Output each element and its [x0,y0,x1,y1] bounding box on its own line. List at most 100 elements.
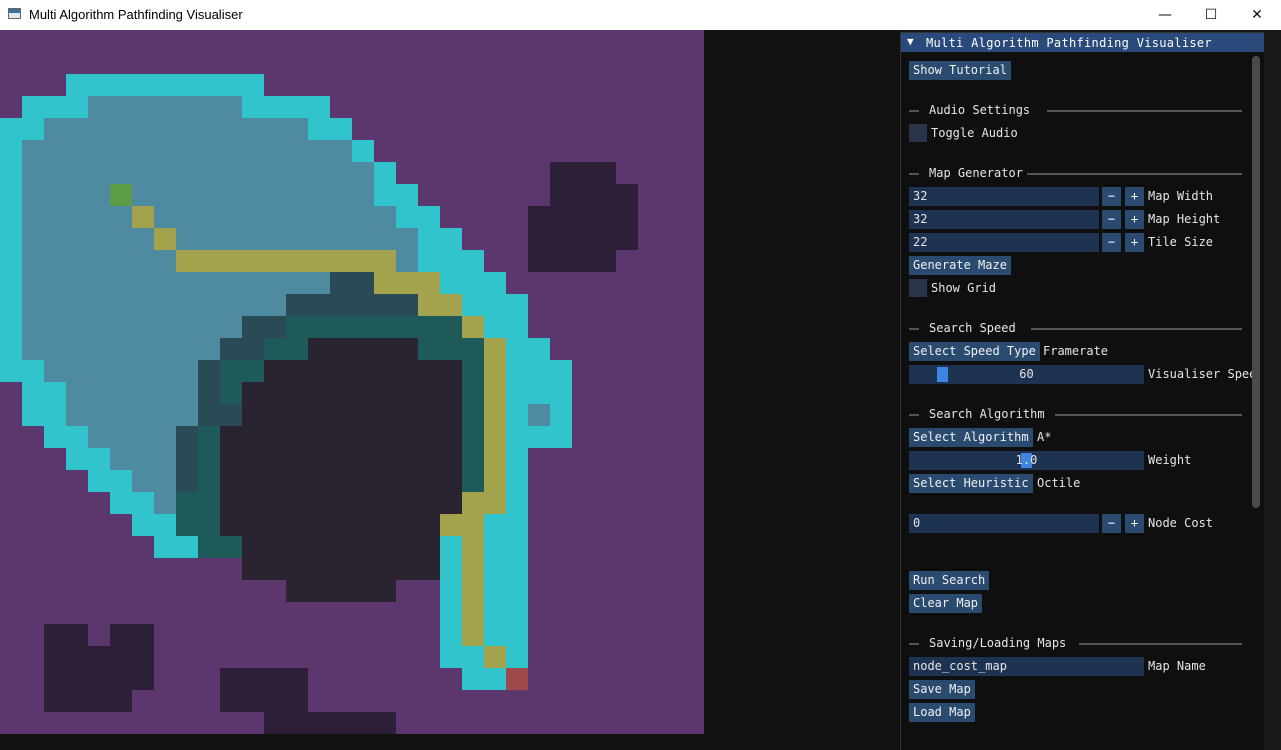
visited-cell[interactable] [220,118,242,140]
visited-cell[interactable] [88,140,110,162]
frontier-cell[interactable] [0,360,22,382]
visited-cell[interactable] [176,338,198,360]
visited-cell[interactable] [242,272,264,294]
cost-cell[interactable] [352,470,374,492]
cost-cell[interactable] [308,448,330,470]
cost-cell[interactable] [264,426,286,448]
cost-cell[interactable] [330,360,352,382]
show-tutorial-button[interactable]: Show Tutorial [909,61,1011,80]
visited-cell[interactable] [198,162,220,184]
visited-cell[interactable] [22,316,44,338]
wall-cell[interactable] [594,206,616,228]
frontier-cell[interactable] [66,96,88,118]
visited-cell[interactable] [44,338,66,360]
frontier-cell[interactable] [44,404,66,426]
cost-cell[interactable] [242,536,264,558]
wall-cell[interactable] [110,624,132,646]
visited-cell[interactable] [330,184,352,206]
visited-cell[interactable] [176,448,198,470]
visited-cell[interactable] [462,360,484,382]
frontier-cell[interactable] [528,360,550,382]
wall-cell[interactable] [286,668,308,690]
path-cell[interactable] [484,382,506,404]
visited-cell[interactable] [198,184,220,206]
frontier-cell[interactable] [484,668,506,690]
collapse-icon[interactable]: ▼ [907,35,914,48]
cost-cell[interactable] [440,448,462,470]
visited-cell[interactable] [110,316,132,338]
wall-cell[interactable] [44,624,66,646]
path-cell[interactable] [484,360,506,382]
visited-cell[interactable] [176,162,198,184]
visited-cell[interactable] [220,536,242,558]
frontier-cell[interactable] [176,74,198,96]
cost-cell[interactable] [352,426,374,448]
wall-cell[interactable] [572,184,594,206]
visited-cell[interactable] [286,206,308,228]
cost-cell[interactable] [242,492,264,514]
frontier-cell[interactable] [440,646,462,668]
path-cell[interactable] [462,580,484,602]
frontier-cell[interactable] [418,206,440,228]
cost-cell[interactable] [286,558,308,580]
map-width-increment-button[interactable]: + [1125,187,1144,206]
visited-cell[interactable] [330,316,352,338]
frontier-cell[interactable] [506,624,528,646]
visited-cell[interactable] [132,360,154,382]
wall-cell[interactable] [264,690,286,712]
cost-cell[interactable] [264,448,286,470]
frontier-cell[interactable] [506,470,528,492]
cost-cell[interactable] [286,360,308,382]
map-height-decrement-button[interactable]: − [1102,210,1121,229]
visited-cell[interactable] [198,294,220,316]
visited-cell[interactable] [330,206,352,228]
frontier-cell[interactable] [0,140,22,162]
wall-cell[interactable] [66,646,88,668]
visited-cell[interactable] [198,360,220,382]
cost-cell[interactable] [242,470,264,492]
cost-cell[interactable] [330,580,352,602]
visited-cell[interactable] [44,250,66,272]
visited-cell[interactable] [176,96,198,118]
visited-cell[interactable] [154,184,176,206]
frontier-cell[interactable] [110,470,132,492]
frontier-cell[interactable] [308,118,330,140]
visited-cell[interactable] [88,360,110,382]
frontier-cell[interactable] [440,580,462,602]
cost-cell[interactable] [418,426,440,448]
cost-cell[interactable] [308,580,330,602]
visited-cell[interactable] [22,162,44,184]
cost-cell[interactable] [396,514,418,536]
visited-cell[interactable] [154,294,176,316]
path-cell[interactable] [418,272,440,294]
visited-cell[interactable] [264,162,286,184]
wall-cell[interactable] [550,206,572,228]
cost-cell[interactable] [264,558,286,580]
visited-cell[interactable] [374,294,396,316]
path-cell[interactable] [462,492,484,514]
wall-cell[interactable] [594,162,616,184]
visited-cell[interactable] [22,140,44,162]
visited-cell[interactable] [198,382,220,404]
visited-cell[interactable] [110,338,132,360]
cost-cell[interactable] [264,404,286,426]
visited-cell[interactable] [176,206,198,228]
frontier-cell[interactable] [484,624,506,646]
visited-cell[interactable] [66,162,88,184]
wall-cell[interactable] [220,690,242,712]
visited-cell[interactable] [220,184,242,206]
close-button[interactable]: ✕ [1234,0,1280,30]
frontier-cell[interactable] [484,558,506,580]
wall-cell[interactable] [550,228,572,250]
visited-cell[interactable] [110,250,132,272]
visited-cell[interactable] [132,118,154,140]
visited-cell[interactable] [286,294,308,316]
cost-cell[interactable] [396,360,418,382]
cost-cell[interactable] [286,382,308,404]
cost-cell[interactable] [396,536,418,558]
visited-cell[interactable] [88,382,110,404]
pathfinding-canvas[interactable] [0,30,704,734]
visited-cell[interactable] [44,206,66,228]
visited-cell[interactable] [132,184,154,206]
visited-cell[interactable] [66,140,88,162]
